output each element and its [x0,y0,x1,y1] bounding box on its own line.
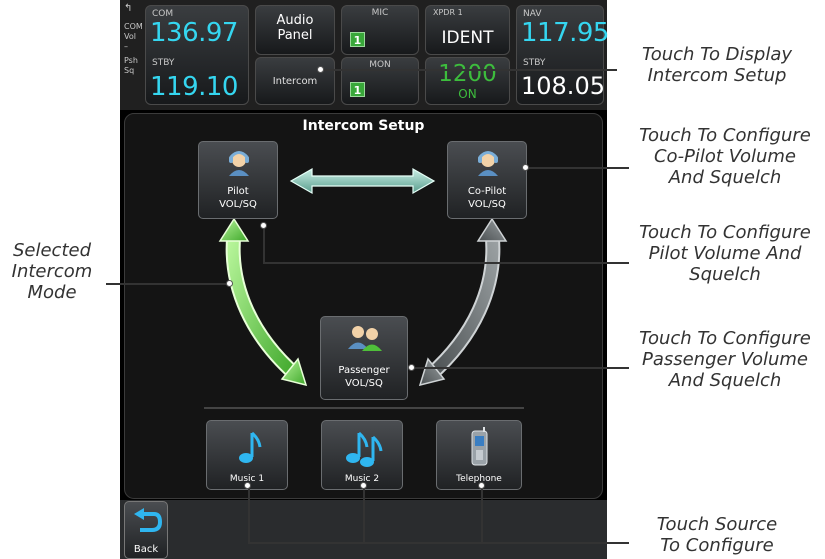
passenger-vol-sq-label: VOL/SQ [345,378,383,389]
com-frequency-tile[interactable]: COM 136.97 STBY 119.10 [145,5,249,105]
side-dash: – [124,42,128,51]
callout-text: And Squelch [668,167,782,188]
xpdr-code-tile[interactable]: 1200 ON [425,57,510,105]
music2-button[interactable]: Music 2 [321,420,403,490]
telephone-button[interactable]: Telephone [436,420,522,490]
com-stby-label: STBY [152,58,175,68]
passenger-vol-sq-button[interactable]: Passenger VOL/SQ [320,316,408,400]
copilot-passenger-arrow [418,217,508,387]
callout-text: And Squelch [668,370,782,391]
pilot-copilot-arrow [289,167,436,195]
back-label: Back [133,544,159,555]
double-music-note-icon [346,431,383,467]
callout-dot-telephone [478,482,485,489]
music1-button[interactable]: Music 1 [206,420,288,490]
side-com-label: COM [124,22,143,31]
passenger-label: Passenger [338,365,390,376]
callout-dot-intercom [317,66,324,73]
callout-text: Intercom Setup [647,65,787,86]
callout-text: Intercom [11,261,93,282]
nav-stby-label: STBY [523,58,546,68]
mic-label: MIC [371,8,389,18]
callout-selected-mode: Selected Intercom Mode [0,240,104,303]
passenger-group-icon [348,326,382,351]
callout-copilot: Touch To Configure Co-Pilot Volume And S… [625,125,825,188]
callout-line-pilot-h [263,262,629,264]
callout-source: Touch Source To Configure [617,514,817,556]
callout-text: Pilot Volume And [648,243,802,264]
mon-tile[interactable]: MON 1 [341,57,419,105]
callout-dot-music1 [244,482,251,489]
callout-text: Touch To Configure [639,222,811,243]
callout-line-pilot-v [263,225,265,262]
audio-panel-button[interactable]: Audio Panel [255,5,335,55]
callout-text: Mode [27,282,77,303]
nav-active-frequency: 117.95 [521,18,609,48]
back-button[interactable]: Back [124,501,168,559]
callout-pilot: Touch To Configure Pilot Volume And Sque… [625,222,825,285]
callout-dot-music2 [360,482,367,489]
callout-text: Touch Source [656,514,778,535]
copilot-headset-icon [478,151,498,176]
xpdr-squawk-code: 1200 [438,61,497,87]
xpdr-label: XPDR 1 [433,8,463,17]
callout-text: Selected [12,240,92,261]
callout-text: To Configure [660,535,774,556]
callout-dot-passenger [408,364,415,371]
xpdr-ident-button[interactable]: XPDR 1 IDENT [425,5,510,55]
xpdr-mode: ON [458,87,477,101]
callout-line-music1 [248,486,250,543]
mobile-phone-icon [471,427,488,466]
callout-line-intercom [321,69,617,71]
callout-dot-selected [226,280,233,287]
xpdr-ident-label: IDENT [441,28,494,48]
mic-selection-indicator: 1 [350,32,365,47]
callout-line-selected [106,283,230,285]
callout-line-music2 [363,486,365,543]
side-sq-label: Sq [124,66,135,75]
callout-text: Squelch [689,264,761,285]
audio-panel-label: Audio Panel [276,13,314,43]
callout-intercom-setup: Touch To Display Intercom Setup [617,44,817,86]
callout-dot-copilot [522,164,529,171]
copilot-vol-sq-label: VOL/SQ [468,199,506,210]
pilot-label: Pilot [227,186,249,197]
side-vol-label: Vol [124,32,136,41]
back-arrow-icon [134,508,162,532]
callout-line-source [248,542,629,544]
callout-text: Touch To Display [641,44,793,65]
mic-tile[interactable]: MIC 1 [341,5,419,55]
copilot-label: Co-Pilot [467,186,507,197]
back-arrow-icon: ↰ [124,3,133,14]
callout-text: Co-Pilot Volume [653,146,796,167]
pilot-vol-sq-button[interactable]: Pilot VOL/SQ [198,141,278,219]
callout-text: Touch To Configure [639,125,811,146]
nav-standby-frequency: 108.05 [521,72,605,100]
mon-selection-indicator: 1 [350,82,365,97]
callout-line-copilot [526,167,629,169]
callout-dot-pilot [260,222,267,229]
com-active-frequency: 136.97 [150,18,238,48]
callout-passenger: Touch To Configure Passenger Volume And … [625,328,825,391]
com-standby-frequency: 119.10 [150,72,238,102]
callout-text: Passenger Volume [641,349,809,370]
callout-line-telephone [481,486,483,543]
pilot-headset-icon [229,151,249,176]
nav-frequency-tile[interactable]: NAV 117.95 STBY 108.05 [516,5,609,105]
music-note-icon [239,431,262,463]
copilot-vol-sq-button[interactable]: Co-Pilot VOL/SQ [447,141,527,219]
side-push-label: Psh [124,56,138,65]
pilot-vol-sq-label: VOL/SQ [219,199,257,210]
callout-text: Touch To Configure [639,328,811,349]
knob-legend: ↰ COM Vol – Psh Sq [124,4,144,76]
callout-line-passenger [412,367,629,369]
intercom-label: Intercom [272,76,318,87]
intercom-button[interactable]: Intercom [255,57,335,105]
